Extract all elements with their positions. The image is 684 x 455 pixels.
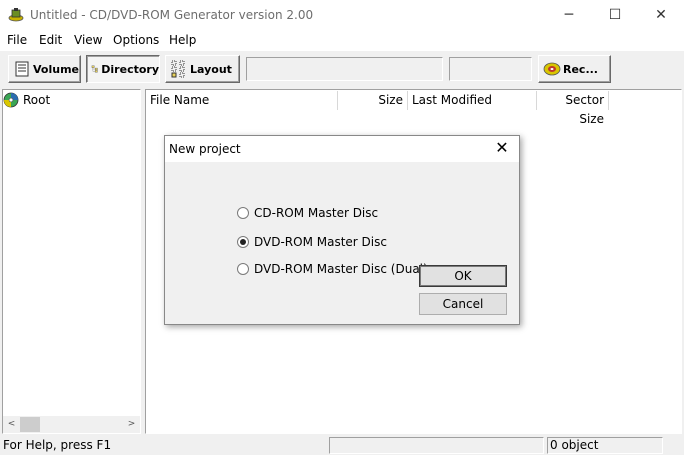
menu-edit[interactable]: Edit [39,33,62,47]
option-dvd-rom-dual[interactable]: DVD-ROM Master Disc (Dual) [237,262,428,276]
record-disc-icon [543,62,561,76]
list-header: File Name Size Last Modified Sector Size [146,91,681,126]
volume-label: Volume [33,62,79,76]
directory-label: Directory [101,62,159,76]
volume-button[interactable]: Volume [8,55,81,83]
status-object-count: 0 object [547,437,663,454]
status-bar: For Help, press F1 0 object [0,436,684,455]
directory-tree-icon [91,65,98,73]
close-button[interactable]: ✕ [638,0,684,31]
radio-dvd-rom[interactable] [237,236,249,248]
column-sector-size[interactable]: Sector Size [537,91,609,126]
menu-bar: File Edit View Options Help [0,31,684,51]
directory-tree[interactable]: Root < > [2,89,141,434]
volume-icon [15,61,29,77]
column-file-name[interactable]: File Name [146,91,338,110]
minimize-button[interactable]: ─ [546,0,592,31]
scroll-thumb[interactable] [20,417,40,432]
toolbar-field-2 [449,57,532,81]
toolbar-field-1 [246,57,443,81]
dialog-title-bar: New project ✕ [165,136,519,162]
option-cd-rom-label: CD-ROM Master Disc [254,206,379,220]
new-project-dialog: New project ✕ CD-ROM Master Disc DVD-ROM… [164,135,520,325]
dialog-title: New project [169,142,241,156]
layout-button[interactable]: Layout [165,55,240,83]
disc-root-icon [3,92,19,108]
option-dvd-rom-dual-label: DVD-ROM Master Disc (Dual) [254,262,428,276]
option-cd-rom[interactable]: CD-ROM Master Disc [237,206,378,220]
record-button[interactable]: Rec... [538,55,611,83]
layout-icon [171,60,185,78]
status-pane-middle [329,437,544,454]
cancel-button[interactable]: Cancel [419,293,507,315]
option-dvd-rom-label: DVD-ROM Master Disc [254,235,387,249]
directory-button[interactable]: Directory [86,55,160,83]
ok-button[interactable]: OK [419,265,507,287]
scroll-left-arrow[interactable]: < [3,416,20,433]
menu-options[interactable]: Options [113,33,159,47]
radio-dvd-rom-dual[interactable] [237,263,249,275]
scroll-right-arrow[interactable]: > [123,416,140,433]
radio-cd-rom[interactable] [237,207,249,219]
maximize-button[interactable]: ☐ [592,0,638,31]
menu-file[interactable]: File [7,33,27,47]
title-bar: Untitled - CD/DVD-ROM Generator version … [0,0,684,31]
dialog-close-icon[interactable]: ✕ [491,138,513,157]
status-help-text: For Help, press F1 [3,438,112,452]
menu-help[interactable]: Help [169,33,196,47]
cd-dvd-app-icon [8,8,24,22]
menu-view[interactable]: View [74,33,102,47]
window-title: Untitled - CD/DVD-ROM Generator version … [30,8,314,22]
record-label: Rec... [563,62,598,76]
column-size[interactable]: Size [338,91,408,110]
column-last-modified[interactable]: Last Modified [408,91,537,110]
toolbar: Volume Directory Layout Rec... [0,51,684,89]
tree-horizontal-scrollbar[interactable]: < > [3,416,140,433]
layout-label: Layout [190,62,232,76]
tree-root-item[interactable]: Root [3,92,50,108]
tree-root-label: Root [23,93,51,107]
option-dvd-rom[interactable]: DVD-ROM Master Disc [237,235,387,249]
